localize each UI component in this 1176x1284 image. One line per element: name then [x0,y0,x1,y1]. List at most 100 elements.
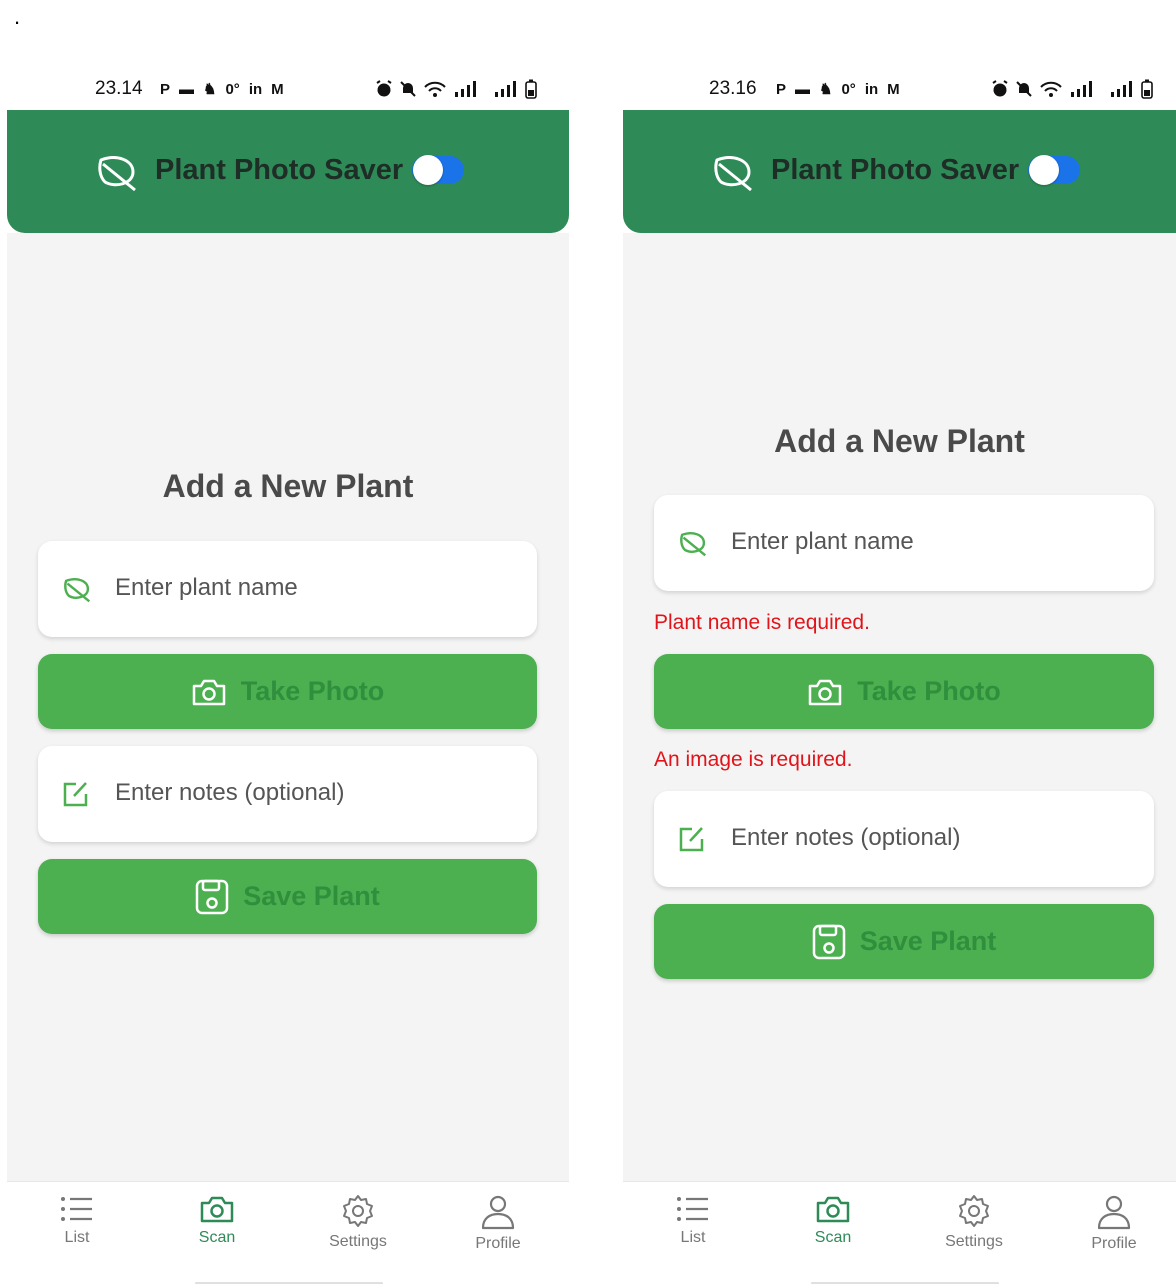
nav-label-list: List [680,1229,706,1246]
signal-icon [455,81,476,97]
nav-item-list[interactable]: List [27,1194,127,1247]
save-icon [812,924,845,959]
add-plant-content: Add a New Plant Enter plant name Take Ph… [7,233,569,1181]
nav-item-scan[interactable]: Scan [167,1194,267,1247]
temperature-icon: 0° [841,80,856,98]
camera-icon [816,1196,850,1223]
camera-icon [200,1196,234,1223]
leaf-icon [64,578,91,603]
nav-label-scan: Scan [198,1229,236,1246]
save-plant-label: Save Plant [859,926,997,956]
nav-label-scan: Scan [814,1229,852,1246]
form-title: Add a New Plant [162,468,414,504]
camera-icon [192,679,225,705]
nav-item-settings[interactable]: Settings [308,1194,408,1251]
wifi-icon [1040,81,1062,97]
notification-icon: P [160,80,171,98]
gear-icon [959,1195,989,1227]
list-icon [677,1197,708,1221]
alarm-icon [376,80,392,97]
save-icon [195,879,229,914]
notes-input[interactable]: Enter notes (optional) [38,746,537,842]
nav-item-profile[interactable]: Profile [448,1194,548,1253]
linkedin-icon: in [248,80,263,98]
wifi-icon [424,81,446,97]
youtube-icon: ▬ [795,80,811,98]
edit-icon [63,782,88,807]
nav-item-scan[interactable]: Scan [783,1194,883,1247]
bottom-nav: List Scan Settings Profile [7,1181,569,1284]
signal-icon [1071,81,1092,97]
take-photo-button[interactable]: Take Photo [38,654,537,729]
linkedin-icon: in [864,80,879,98]
notes-input[interactable]: Enter notes (optional) [654,791,1154,887]
nav-label-list: List [64,1229,90,1246]
save-plant-button[interactable]: Save Plant [38,859,537,934]
plant-name-placeholder: Enter plant name [731,528,914,555]
bottom-nav: List Scan Settings Profile [623,1181,1176,1284]
save-plant-label: Save Plant [243,881,380,911]
take-photo-label: Take Photo [857,676,1001,706]
temperature-icon: 0° [225,80,240,98]
leaf-icon [680,532,707,557]
battery-icon [525,79,537,99]
battery-icon [1141,79,1153,99]
theme-toggle[interactable] [1028,155,1080,185]
nav-label-settings: Settings [945,1233,1003,1250]
toggle-knob [1029,155,1059,185]
plant-name-input[interactable]: Enter plant name [654,495,1154,591]
status-bar: 23.16 P ▬ ♞ 0° in M [623,70,1176,110]
plant-name-placeholder: Enter plant name [115,574,298,601]
notification-icon: P [776,80,787,98]
gmail-icon: M [887,80,900,98]
status-notification-icons: P ▬ ♞ 0° in M [160,80,284,99]
status-time: 23.16 [709,78,757,99]
status-time: 23.14 [95,78,143,99]
stray-mark: . [14,4,21,29]
take-photo-button[interactable]: Take Photo [654,654,1154,729]
phone-screen-validation: 23.16 P ▬ ♞ 0° in M Plant Photo Saver Ad… [623,70,1176,1284]
take-photo-label: Take Photo [240,676,385,706]
app-title: Plant Photo Saver [771,154,1020,186]
signal-icon-2 [1111,81,1132,97]
nav-label-profile: Profile [475,1235,521,1252]
app-icon: ♞ [819,81,833,98]
gmail-icon: M [271,80,284,98]
mute-icon [400,81,416,97]
phone-screen-initial: 23.14 P ▬ ♞ 0° in M Plant Photo Saver Ad… [7,70,569,1284]
edit-icon [679,827,704,852]
nav-item-profile[interactable]: Profile [1064,1194,1164,1253]
save-plant-button[interactable]: Save Plant [654,904,1154,979]
plant-name-input[interactable]: Enter plant name [38,541,537,637]
notes-placeholder: Enter notes (optional) [731,824,961,851]
theme-toggle[interactable] [412,155,464,185]
person-icon [481,1195,515,1230]
status-system-icons [375,79,537,99]
nav-label-profile: Profile [1091,1235,1137,1252]
leaf-icon [98,156,136,192]
leaf-icon [714,156,752,192]
toggle-knob [413,155,443,185]
gear-icon [343,1195,373,1227]
status-notification-icons: P ▬ ♞ 0° in M [776,80,900,99]
form-title: Add a New Plant [774,423,1025,459]
nav-item-settings[interactable]: Settings [924,1194,1024,1251]
signal-icon-2 [495,81,516,97]
nav-item-list[interactable]: List [643,1194,743,1247]
mute-icon [1016,81,1032,97]
list-icon [61,1197,92,1221]
camera-icon [808,679,842,705]
app-header: Plant Photo Saver [623,110,1176,233]
youtube-icon: ▬ [179,80,195,98]
nav-label-settings: Settings [329,1233,387,1250]
alarm-icon [992,80,1008,97]
app-icon: ♞ [203,81,217,98]
app-title: Plant Photo Saver [155,154,404,186]
image-error: An image is required. [654,748,853,771]
plant-name-error: Plant name is required. [654,611,870,634]
status-bar: 23.14 P ▬ ♞ 0° in M [7,70,569,110]
person-icon [1097,1195,1131,1230]
add-plant-content: Add a New Plant Enter plant name Plant n… [623,233,1176,1181]
notes-placeholder: Enter notes (optional) [115,779,345,806]
status-system-icons [991,79,1153,99]
